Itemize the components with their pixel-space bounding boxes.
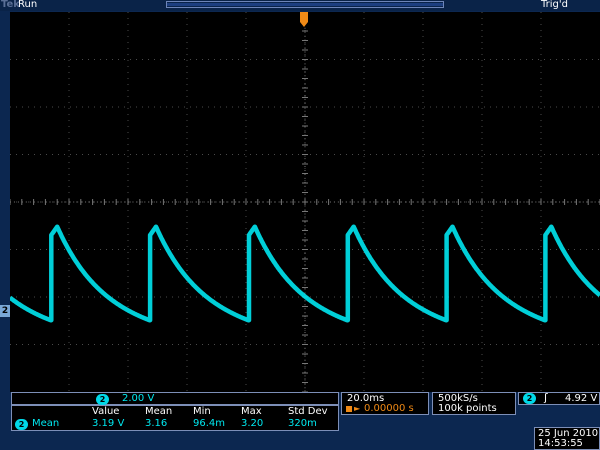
measurement-min: 96.4m [193, 418, 226, 429]
measurement-header-min: Min [193, 406, 211, 417]
trigger-level: 4.92 V [565, 393, 598, 404]
measurement-std-dev: 320m [288, 418, 317, 429]
vertical-scale-readout[interactable]: 2 2.00 V [11, 392, 339, 405]
measurement-name: Mean [32, 418, 60, 429]
measurement-header-mean: Mean [145, 406, 173, 417]
record-length: 100k points [438, 403, 497, 414]
measurement-header-max: Max [241, 406, 262, 417]
horizontal-readout[interactable]: 20.0ms ► 0.00000 s [341, 392, 429, 415]
channel-2-marker-label: 2 [1, 306, 9, 316]
trigger-position-small-icon [346, 406, 352, 412]
measurement-mean: 3.16 [145, 418, 168, 429]
rising-edge-icon: ʃ [544, 391, 548, 404]
acquisition-readout[interactable]: 500kS/s 100k points [432, 392, 516, 415]
measurement-header-std-dev: Std Dev [288, 406, 328, 417]
trigger-status: Trig'd [541, 0, 568, 10]
time: 14:53:55 [538, 438, 583, 449]
volts-per-div: 2.00 V [122, 393, 155, 404]
trigger-readout[interactable]: 2 ʃ 4.92 V [518, 391, 600, 405]
measurement-value: 3.19 V [92, 418, 125, 429]
measurement-max: 3.20 [241, 418, 264, 429]
run-status[interactable]: Run [18, 0, 37, 10]
datetime-readout: 25 Jun 2010 14:53:55 [534, 427, 600, 450]
arrow-right-icon: ► [354, 404, 361, 413]
channel-2-badge: 2 [96, 394, 109, 405]
measurement-channel-badge: 2 [15, 419, 28, 430]
measurement-header-value: Value [92, 406, 120, 417]
waveform-display[interactable] [10, 12, 600, 392]
trigger-position-time: 0.00000 s [364, 403, 414, 414]
channel-2-ground-marker[interactable]: 2 [0, 305, 10, 317]
trigger-channel-badge: 2 [523, 393, 536, 404]
record-view-window [167, 3, 443, 6]
measurement-readout[interactable]: Value Mean Min Max Std Dev 2 Mean 3.19 V… [11, 405, 339, 431]
status-bar: Tek Run Trig'd [0, 0, 600, 11]
record-view-bar[interactable] [166, 1, 444, 8]
